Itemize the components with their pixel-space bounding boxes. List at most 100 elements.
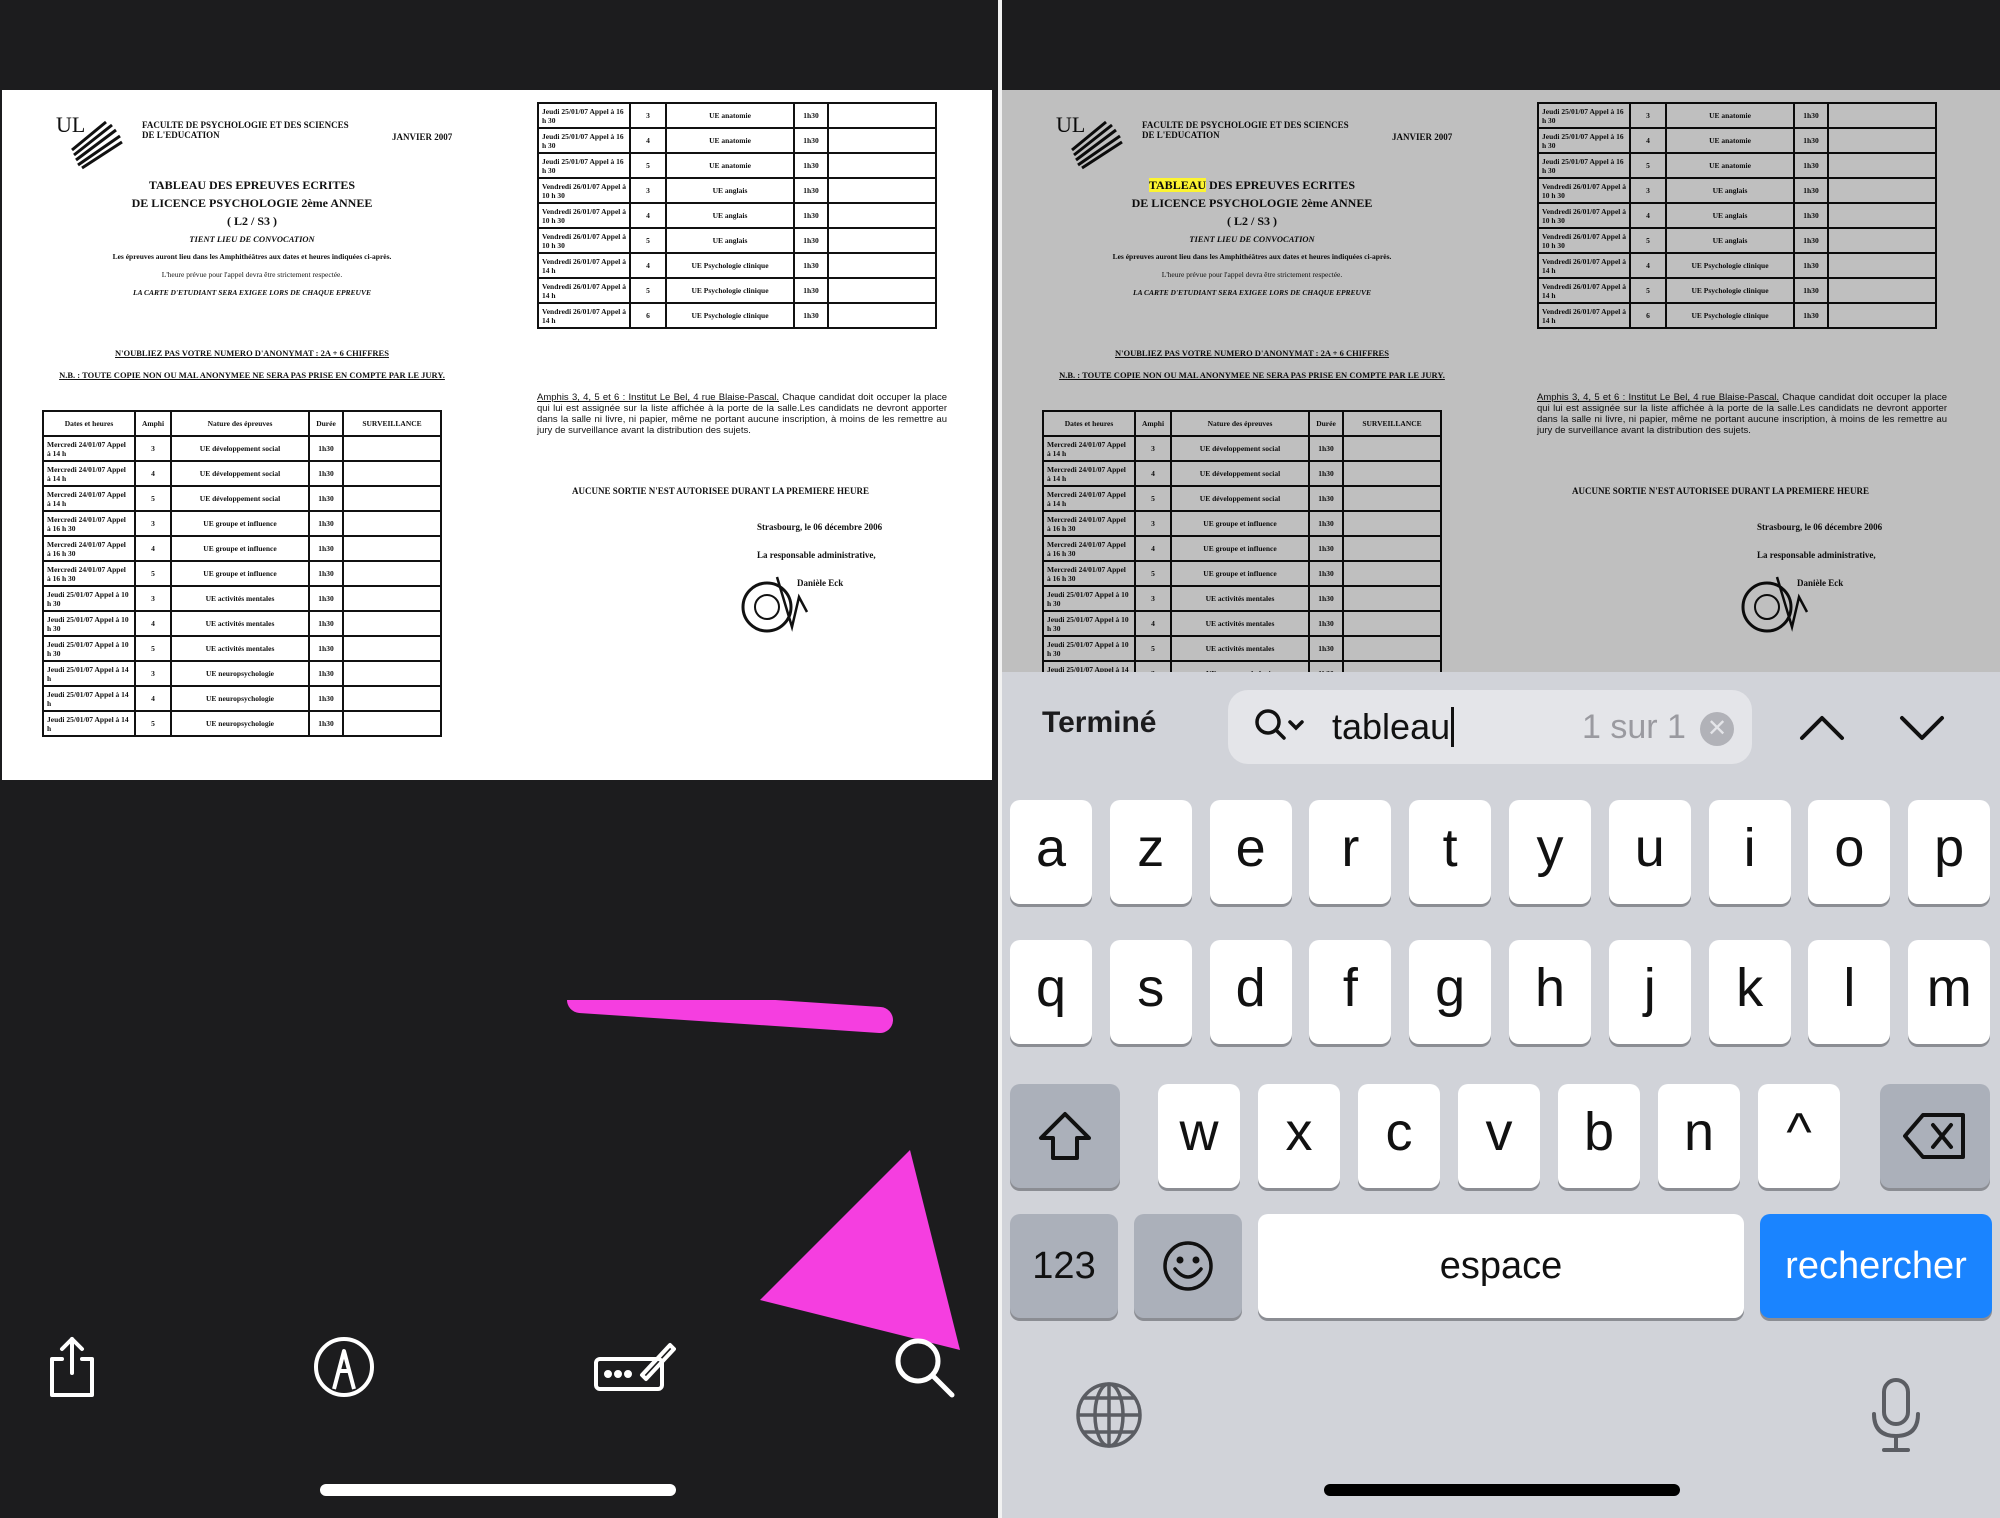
exam-note-3: LA CARTE D'ETUDIANT SERA EXIGEE LORS DE …	[1133, 288, 1371, 297]
anonymity-warning: N'OUBLIEZ PAS VOTRE NUMERO D'ANONYMAT : …	[1115, 348, 1389, 358]
key-circumflex[interactable]: ^	[1758, 1084, 1840, 1188]
next-match-icon[interactable]	[1892, 702, 1952, 752]
home-indicator[interactable]	[1324, 1484, 1680, 1496]
key-s[interactable]: s	[1109, 940, 1192, 1044]
key-z[interactable]: z	[1109, 800, 1192, 904]
key-u[interactable]: u	[1608, 800, 1691, 904]
cell-amphi: 3	[629, 177, 667, 204]
cell-duration: 1h30	[793, 277, 829, 304]
signature-icon[interactable]	[592, 1335, 676, 1399]
key-k[interactable]: k	[1708, 940, 1791, 1044]
cell-surveillance	[827, 127, 937, 154]
home-indicator[interactable]	[320, 1484, 676, 1496]
key-n[interactable]: n	[1658, 1084, 1740, 1188]
microphone-icon[interactable]	[1868, 1376, 1924, 1456]
key-h[interactable]: h	[1509, 940, 1591, 1044]
space-key[interactable]: espace	[1258, 1214, 1744, 1318]
key-a[interactable]: a	[1010, 800, 1092, 904]
key-o[interactable]: o	[1808, 800, 1891, 904]
cell-exam: UE développement social	[1170, 460, 1310, 487]
key-t[interactable]: t	[1409, 800, 1492, 904]
cell-surveillance	[1342, 535, 1442, 562]
key-g[interactable]: g	[1409, 940, 1492, 1044]
key-x[interactable]: x	[1258, 1084, 1340, 1188]
key-i[interactable]: i	[1708, 800, 1791, 904]
cell-surveillance	[1342, 560, 1442, 587]
search-input[interactable]: tableau	[1332, 706, 1455, 748]
document-title-line3: ( L2 / S3 )	[1226, 214, 1277, 228]
cell-date: Vendredi 26/01/07 Appel à 14 h	[537, 277, 631, 304]
shift-icon	[1039, 1112, 1091, 1160]
previous-match-icon[interactable]	[1792, 702, 1852, 752]
cell-duration: 1h30	[1793, 152, 1829, 179]
cell-amphi: 5	[134, 485, 172, 512]
university-logo: UL	[1056, 112, 1123, 170]
key-v[interactable]: v	[1458, 1084, 1540, 1188]
table-row: Jeudi 25/01/07 Appel à 14 h3UE neuropsyc…	[1042, 660, 1442, 672]
key-d[interactable]: d	[1209, 940, 1292, 1044]
document-title-line1: TABLEAU DES EPREUVES ECRITES	[42, 178, 462, 193]
key-l[interactable]: l	[1808, 940, 1891, 1044]
cell-duration: 1h30	[1793, 302, 1829, 329]
key-q[interactable]: q	[1010, 940, 1092, 1044]
table-row: Jeudi 25/01/07 Appel à 16 h 30 4 UE anatom…	[537, 127, 937, 154]
cell-exam: UE activités mentales	[170, 585, 310, 612]
key-y[interactable]: y	[1509, 800, 1591, 904]
cell-surveillance	[1342, 660, 1442, 672]
cell-surveillance	[1342, 585, 1442, 612]
cell-surveillance	[342, 585, 442, 612]
clear-search-icon[interactable]: ✕	[1700, 712, 1734, 746]
table-row: Mercredi 24/01/07 Appel à 14 h 4 UE dévelo…	[42, 460, 442, 487]
search-return-key[interactable]: rechercher	[1760, 1214, 1992, 1318]
cell-amphi: 5	[1134, 635, 1172, 662]
cell-surveillance	[827, 302, 937, 329]
key-w[interactable]: w	[1158, 1084, 1240, 1188]
table-row: Jeudi 25/01/07 Appel à 10 h 30 5 UE activi…	[1042, 635, 1442, 662]
cell-date: Mercredi 24/01/07 Appel à 14 h	[42, 460, 136, 487]
cell-amphi: 4	[134, 460, 172, 487]
delete-key[interactable]	[1880, 1084, 1990, 1188]
emoji-icon	[1163, 1241, 1213, 1291]
search-field[interactable]: tableau 1 sur 1 ✕	[1228, 690, 1752, 764]
cell-exam: UE développement social	[170, 460, 310, 487]
key-j[interactable]: j	[1608, 940, 1691, 1044]
cell-date: Mercredi 24/01/07 Appel à 14 h	[1042, 460, 1136, 487]
cell-surveillance	[1342, 485, 1442, 512]
key-c[interactable]: c	[1358, 1084, 1440, 1188]
key-f[interactable]: f	[1309, 940, 1392, 1044]
cell-date: Jeudi 25/01/07 Appel à 16 h 30	[1537, 127, 1631, 154]
share-icon[interactable]	[40, 1335, 104, 1399]
cell-duration: 1h30	[1793, 252, 1829, 279]
document-left-column: UL FACULTE DE PSYCHOLOGIE ET DES SCIENCE…	[42, 100, 462, 780]
delete-icon	[1903, 1113, 1965, 1159]
cell-exam: UE groupe et influence	[1170, 510, 1310, 537]
cell-amphi: 4	[1134, 610, 1172, 637]
key-m[interactable]: m	[1908, 940, 1991, 1044]
amphis-label: Amphis 3, 4, 5 et 6 : Institut Le Bel, 4…	[1537, 392, 1779, 403]
nb-warning: N.B. : TOUTE COPIE NON OU MAL ANONYMEE N…	[59, 370, 445, 380]
table-header: Durée	[1308, 410, 1344, 437]
globe-icon[interactable]	[1074, 1380, 1144, 1450]
key-r[interactable]: r	[1309, 800, 1392, 904]
key-e[interactable]: e	[1209, 800, 1292, 904]
cell-date: Mercredi 24/01/07 Appel à 14 h	[42, 485, 136, 512]
signature-stamp	[741, 576, 809, 633]
emoji-key[interactable]	[1134, 1214, 1242, 1318]
cell-surveillance	[1827, 102, 1937, 129]
cell-amphi: 4	[1629, 252, 1667, 279]
search-icon[interactable]	[892, 1335, 956, 1399]
search-options-icon[interactable]	[1252, 706, 1308, 746]
cell-surveillance	[1342, 460, 1442, 487]
done-button[interactable]: Terminé	[1042, 706, 1156, 740]
cell-exam: UE développement social	[170, 485, 310, 512]
key-p[interactable]: p	[1908, 800, 1991, 904]
numbers-key[interactable]: 123	[1010, 1214, 1118, 1318]
cell-date: Mercredi 24/01/07 Appel à 16 h 30	[42, 560, 136, 587]
cell-amphi: 6	[629, 302, 667, 329]
faculty-name: FACULTE DE PSYCHOLOGIE ET DES SCIENCES D…	[1142, 120, 1349, 140]
cell-duration: 1h30	[308, 510, 344, 537]
shift-key[interactable]	[1010, 1084, 1120, 1188]
key-b[interactable]: b	[1558, 1084, 1640, 1188]
markup-icon[interactable]	[312, 1335, 376, 1399]
document-left-column: UL FACULTE DE PSYCHOLOGIE ET DES SCIENCE…	[1042, 100, 1462, 672]
